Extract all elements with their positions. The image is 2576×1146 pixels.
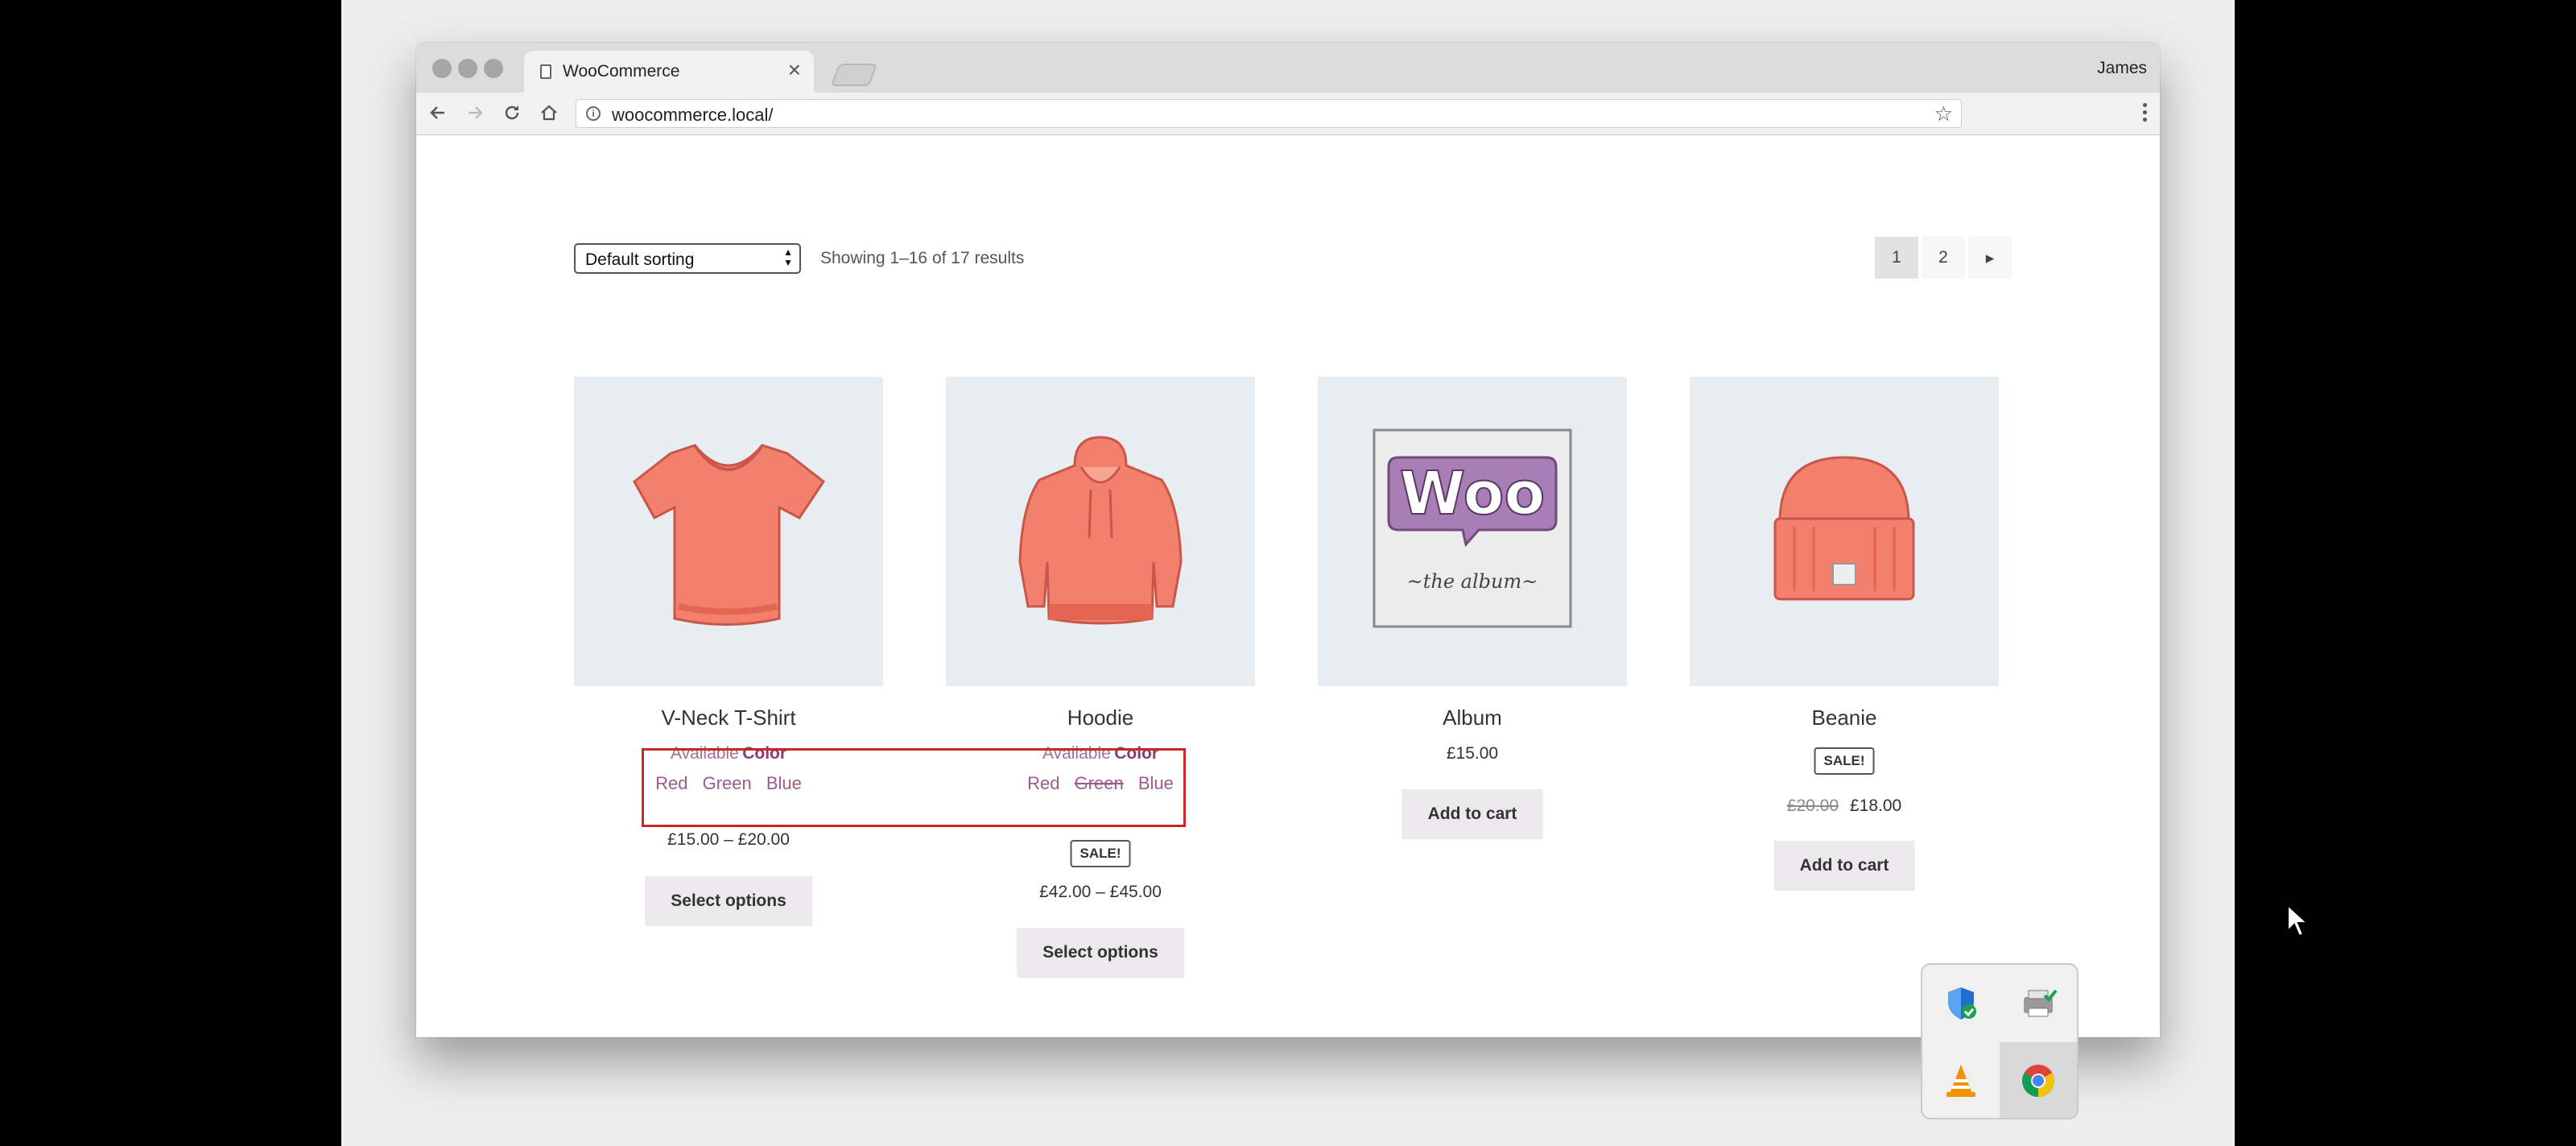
product-name[interactable]: Beanie — [1690, 705, 1999, 730]
mouse-cursor-icon — [2286, 903, 2310, 941]
address-bar[interactable]: i woocommerce.local/ ☆ — [576, 99, 1962, 128]
url-text[interactable]: woocommerce.local/ — [612, 105, 774, 126]
page-content: Default sorting ▲ ▼ Showing 1–16 of 17 re… — [416, 135, 2160, 1037]
minimize-window-light[interactable] — [458, 59, 477, 78]
product-image[interactable] — [574, 377, 883, 686]
tshirt-icon — [633, 444, 826, 626]
close-window-light[interactable] — [432, 59, 452, 78]
album-logo: Woo — [1400, 459, 1546, 528]
profile-name[interactable]: James — [2097, 59, 2147, 78]
pagination: 1 2 ▸ — [1872, 237, 2012, 279]
hoodie-icon — [1018, 436, 1183, 625]
sorting-value: Default sorting — [585, 250, 695, 269]
printer-check-icon[interactable] — [2000, 965, 2077, 1042]
tab-strip: WooCommerce × James — [416, 43, 2160, 94]
forward-icon[interactable] — [461, 99, 489, 126]
add-to-cart-button[interactable]: Add to cart — [1402, 789, 1543, 839]
shield-check-icon[interactable] — [1922, 965, 2000, 1042]
system-tray-popup — [1921, 963, 2079, 1119]
close-tab-icon[interactable]: × — [788, 59, 801, 81]
zoom-window-light[interactable] — [484, 59, 503, 78]
product-image[interactable]: Woo ~the album~ — [1318, 377, 1627, 686]
browser-window: WooCommerce × James i woocommerce.local/… — [416, 43, 2160, 1037]
product-price: £42.00 – £45.00 — [1039, 883, 1162, 901]
select-options-button[interactable]: Select options — [645, 876, 812, 926]
home-icon[interactable] — [535, 99, 563, 126]
menu-icon[interactable] — [2140, 101, 2149, 126]
product-name[interactable]: Hoodie — [946, 705, 1255, 730]
tab-title: WooCommerce — [563, 62, 680, 81]
reload-icon[interactable] — [498, 99, 526, 126]
product-price: £15.00 — [1446, 744, 1499, 763]
add-to-cart-button[interactable]: Add to cart — [1773, 841, 1915, 891]
star-icon[interactable]: ☆ — [1934, 101, 1953, 126]
album-caption: ~the album~ — [1407, 570, 1538, 593]
chrome-icon[interactable] — [2000, 1042, 2077, 1118]
annotation-highlight-box — [642, 748, 1186, 827]
vlc-cone-icon[interactable] — [1922, 1042, 2000, 1118]
product-price: £15.00 – £20.00 — [667, 830, 790, 849]
page-icon — [540, 64, 551, 79]
page-1: 1 — [1875, 237, 1918, 279]
sale-badge: SALE! — [1070, 840, 1131, 867]
beanie-icon — [1773, 456, 1915, 601]
sale-badge: SALE! — [1814, 747, 1875, 775]
product-image[interactable] — [1690, 377, 1999, 686]
select-options-button[interactable]: Select options — [1017, 928, 1184, 978]
back-icon[interactable] — [424, 99, 452, 126]
select-arrows-icon: ▲ ▼ — [783, 246, 793, 268]
product-name[interactable]: Album — [1318, 705, 1627, 730]
browser-tab[interactable]: WooCommerce × — [524, 51, 814, 94]
info-icon[interactable]: i — [586, 106, 601, 121]
product-price: £18.00 — [1850, 796, 1902, 815]
product-name[interactable]: V-Neck T-Shirt — [574, 705, 883, 730]
old-price: £20.00 — [1786, 796, 1839, 815]
product-image[interactable] — [946, 377, 1255, 686]
sorting-select[interactable]: Default sorting ▲ ▼ — [574, 243, 801, 274]
next-page-icon[interactable]: ▸ — [1968, 237, 2012, 279]
product-price-group: £20.00 £18.00 — [1690, 796, 1999, 816]
browser-toolbar: i woocommerce.local/ ☆ — [416, 93, 2160, 135]
new-tab-button[interactable] — [830, 64, 878, 86]
result-count: Showing 1–16 of 17 results — [820, 249, 1025, 267]
album-cover-icon: Woo ~the album~ — [1373, 428, 1572, 628]
page-2[interactable]: 2 — [1922, 237, 1965, 279]
